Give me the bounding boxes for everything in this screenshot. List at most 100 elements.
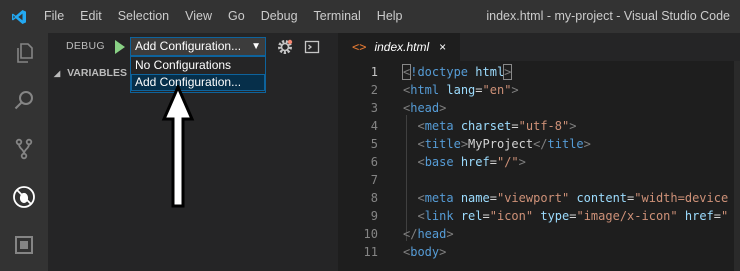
line-number: 6 [370, 155, 378, 169]
option-add-configuration[interactable]: Add Configuration... [131, 74, 265, 91]
code-token: = [489, 155, 497, 169]
code-token: content [576, 191, 628, 205]
configuration-select-value: Add Configuration... [135, 39, 242, 53]
code-line[interactable]: 6 <base href="/"> [338, 153, 740, 171]
code-token: title [547, 137, 584, 151]
code-token: href [460, 155, 490, 169]
code-token: </ [533, 137, 548, 151]
explorer-icon[interactable] [0, 33, 48, 73]
code-text: <link rel="icon" type="image/x-icon" hre… [403, 207, 728, 225]
variables-section-header[interactable]: ◢ VARIABLES [54, 67, 127, 79]
code-text: <title>MyProject</title> [403, 135, 591, 153]
code-token: "icon" [489, 209, 534, 223]
menu-go[interactable]: Go [220, 0, 253, 33]
code-token: = [511, 119, 519, 133]
start-debugging-button[interactable] [115, 40, 125, 54]
code-token: lang [446, 83, 476, 97]
menu-terminal[interactable]: Terminal [306, 0, 369, 33]
code-token: > [511, 83, 519, 97]
extensions-icon[interactable] [0, 225, 48, 265]
code-line[interactable]: 8 <meta name="viewport" content="width=d… [338, 189, 740, 207]
code-text: <body> [403, 243, 446, 261]
code-line[interactable]: 11 <body> [338, 243, 740, 261]
menu-help[interactable]: Help [369, 0, 411, 33]
menu-edit[interactable]: Edit [72, 0, 110, 33]
code-token: meta [424, 119, 454, 133]
code-token: < [417, 119, 425, 133]
code-line[interactable]: 5 <title>MyProject</title> [338, 135, 740, 153]
code-token: html [475, 65, 505, 79]
line-number: 1 [370, 65, 378, 79]
close-icon[interactable]: × [439, 40, 446, 54]
code-token: type [540, 209, 570, 223]
code-token: = [482, 209, 490, 223]
code-token: = [475, 83, 483, 97]
code-token: link [424, 209, 454, 223]
code-editor[interactable]: 1 <!doctype html> 2 <html lang="en"> 3 <head>… [338, 61, 740, 271]
menu-file[interactable]: File [36, 0, 72, 33]
code-token: < [417, 191, 425, 205]
debug-sidebar: DEBUG Add Configuration... ▼ No Configur… [48, 33, 338, 271]
code-token: > [439, 245, 447, 259]
debug-view-title: DEBUG [66, 40, 105, 52]
gear-icon[interactable] [276, 38, 294, 56]
code-text: <meta name="viewport" content="width=dev… [403, 189, 728, 207]
line-number: 7 [370, 173, 378, 187]
code-line[interactable]: 2 <html lang="en"> [338, 81, 740, 99]
html-file-icon: <> [352, 40, 367, 54]
code-token: charset [460, 119, 512, 133]
code-token: > [583, 137, 591, 151]
debug-console-icon[interactable] [304, 39, 320, 55]
code-token: > [446, 227, 454, 241]
line-number: 5 [370, 137, 378, 151]
vscode-logo-icon [6, 0, 32, 33]
code-token: "/" [496, 155, 519, 169]
code-text: <base href="/"> [403, 153, 525, 171]
code-text: </head> [403, 225, 454, 243]
editor-tab-bar: <> index.html × [338, 33, 740, 61]
debug-icon[interactable] [0, 177, 48, 217]
code-token: "width=device [634, 191, 729, 205]
code-token: </ [403, 227, 418, 241]
menu-view[interactable]: View [177, 0, 220, 33]
code-token: < [417, 155, 425, 169]
code-line[interactable]: 4 <meta charset="utf-8"> [338, 117, 740, 135]
code-token: MyProject [468, 137, 534, 151]
search-icon[interactable] [0, 81, 48, 121]
title-bar: File Edit Selection View Go Debug Termin… [0, 0, 740, 33]
code-token: = [489, 191, 497, 205]
code-token: "en" [482, 83, 512, 97]
code-token: body [410, 245, 440, 259]
code-line[interactable]: 10 </head> [338, 225, 740, 243]
configuration-dropdown: No Configurations Add Configuration... [130, 56, 266, 93]
code-token: > [503, 64, 513, 80]
code-line[interactable]: 7 [338, 171, 740, 189]
code-token: "utf-8" [518, 119, 570, 133]
code-line[interactable]: 9 <link rel="icon" type="image/x-icon" h… [338, 207, 740, 225]
source-control-icon[interactable] [0, 129, 48, 169]
code-line[interactable]: 1 <!doctype html> [338, 63, 740, 81]
line-number: 4 [370, 119, 378, 133]
code-token: "viewport" [496, 191, 570, 205]
code-token: head [410, 101, 440, 115]
code-token: html [410, 83, 440, 97]
code-token: href [684, 209, 714, 223]
option-no-configurations[interactable]: No Configurations [131, 57, 265, 74]
code-token: < [417, 137, 425, 151]
tab-index-html[interactable]: <> index.html × [338, 33, 460, 61]
code-text: <html lang="en"> [403, 81, 519, 99]
activity-bar [0, 33, 48, 271]
code-token: = [713, 209, 722, 223]
menu-selection[interactable]: Selection [110, 0, 177, 33]
line-number: 9 [370, 209, 378, 223]
menu-debug[interactable]: Debug [253, 0, 306, 33]
annotation-arrow-icon [161, 85, 195, 208]
code-line[interactable]: 3 <head> [338, 99, 740, 117]
configuration-select[interactable]: Add Configuration... ▼ [130, 37, 266, 56]
code-token: "image/x-icon" [576, 209, 678, 223]
code-token: title [424, 137, 461, 151]
